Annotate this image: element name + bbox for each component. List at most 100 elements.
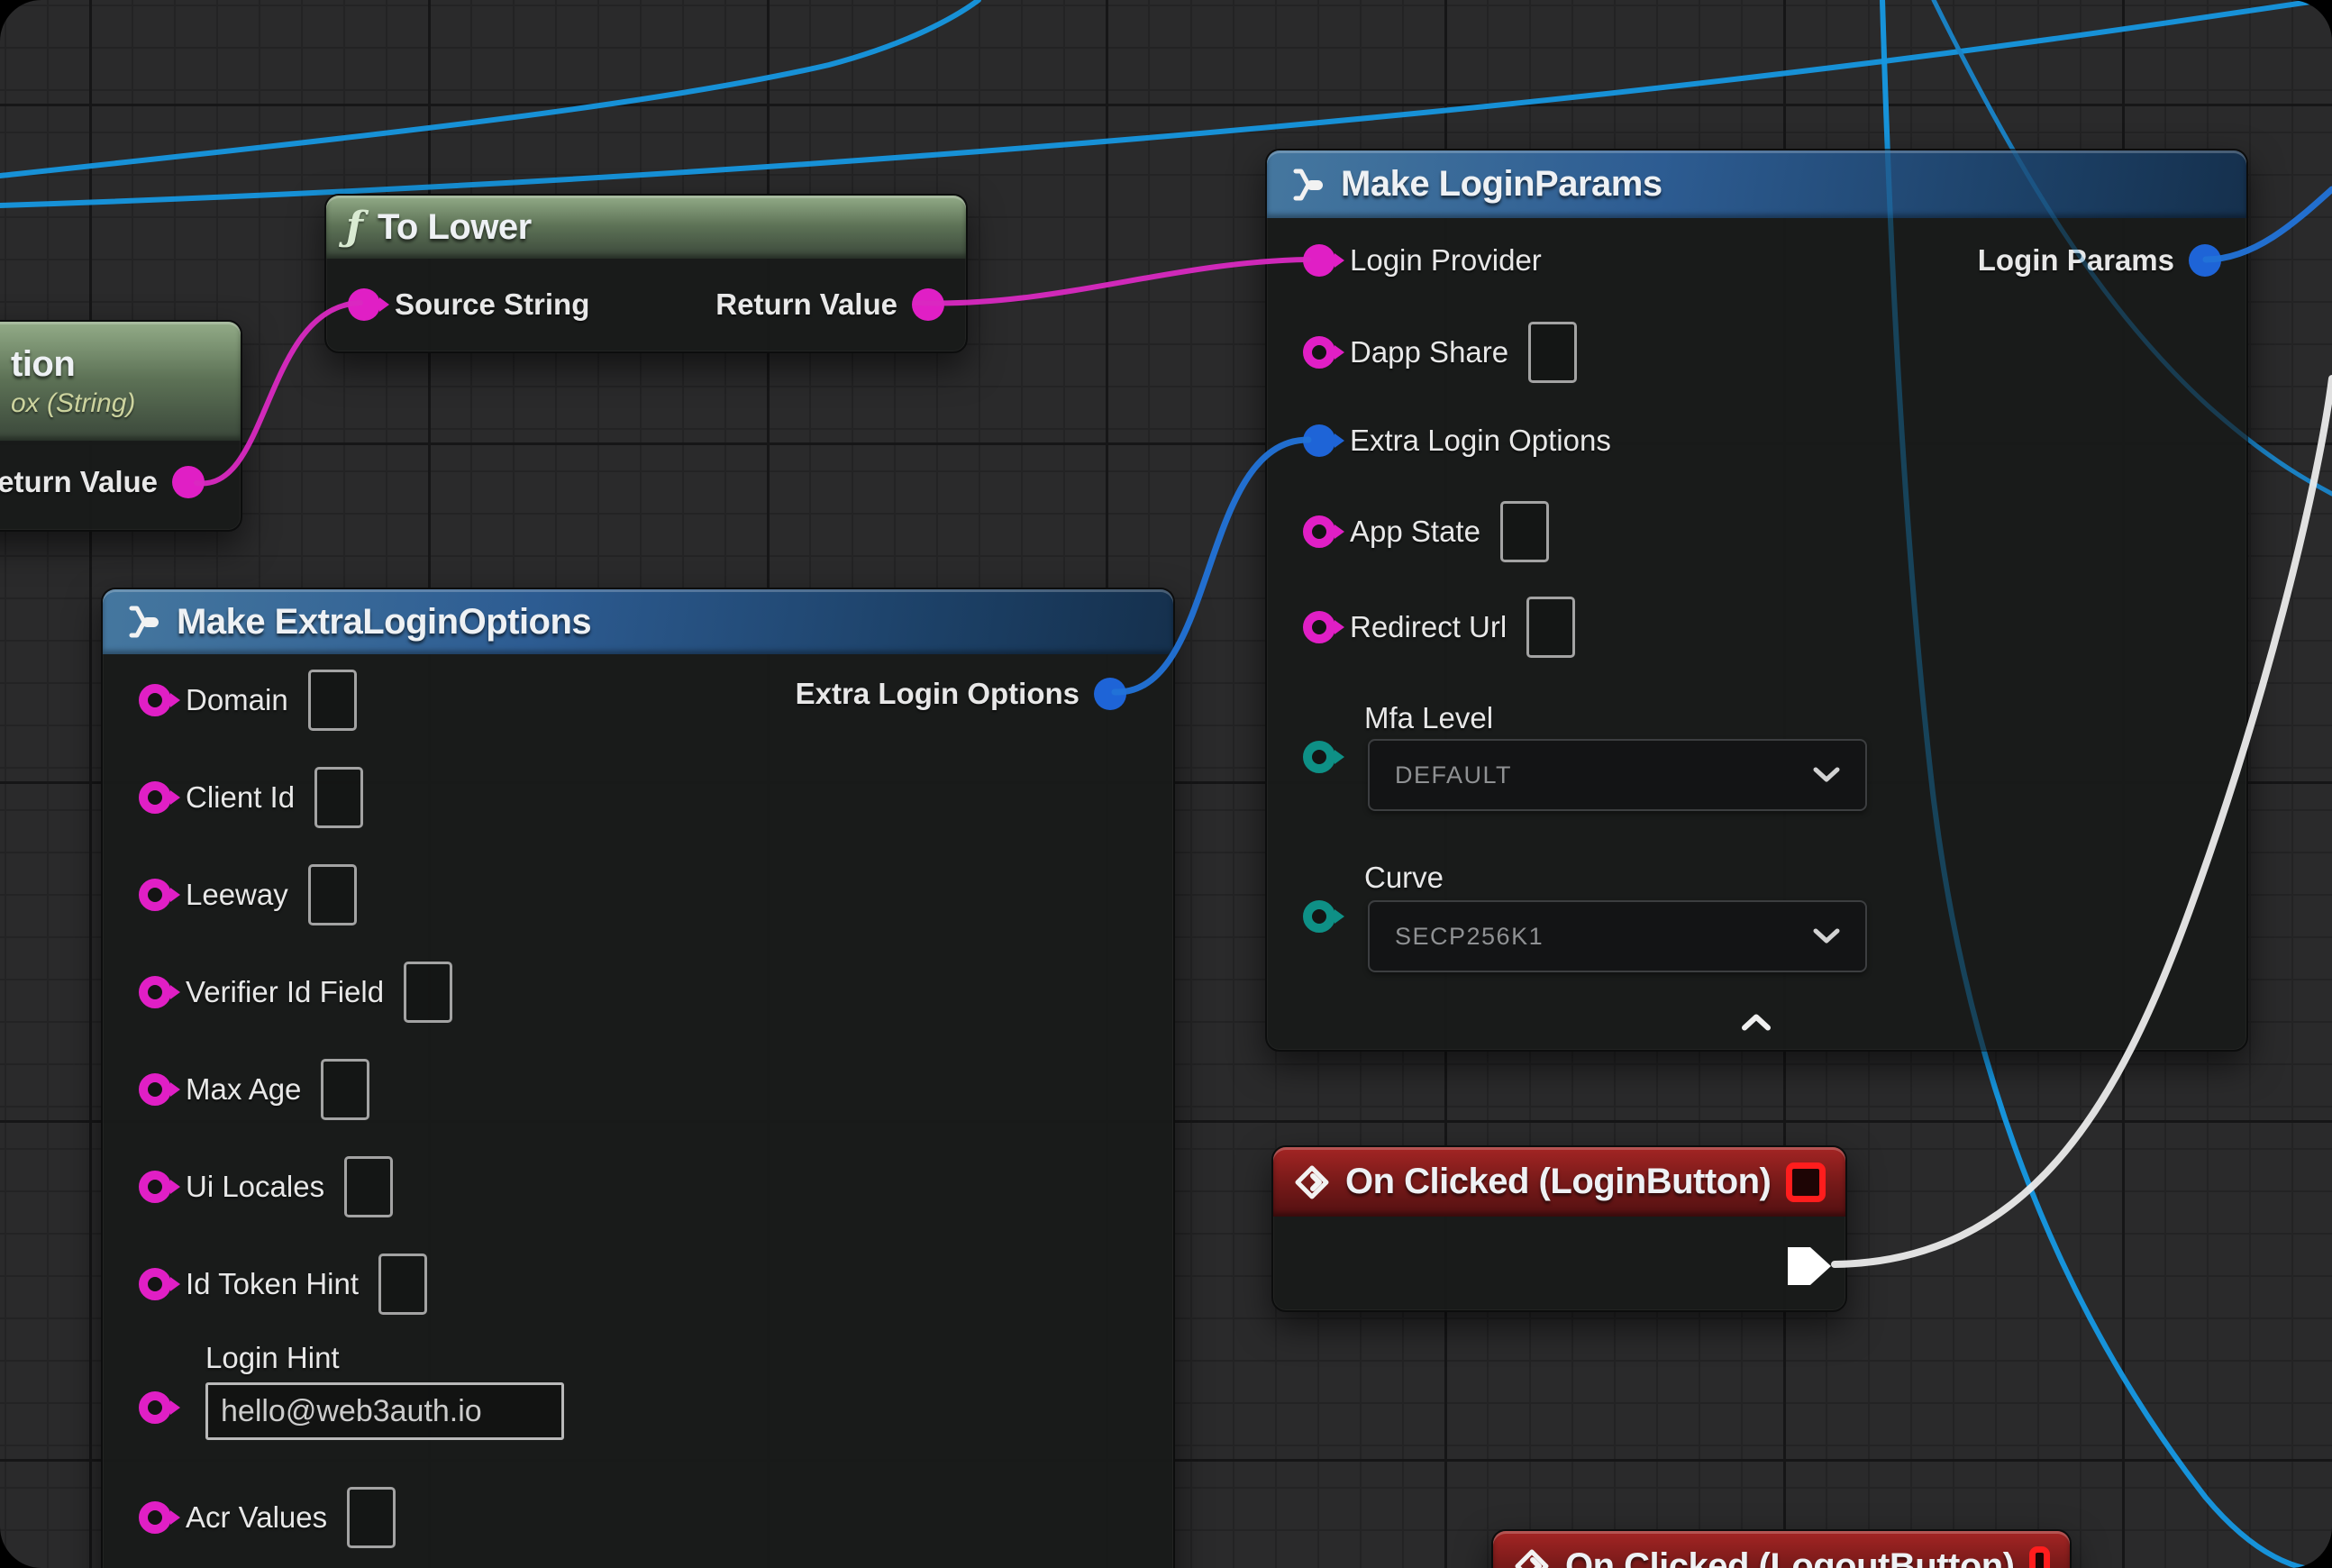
node-header[interactable]: Make ExtraLoginOptions xyxy=(103,589,1173,654)
blueprint-editor: tion ox (String) eturn Value ƒ To Lower … xyxy=(0,0,2332,1568)
exec-out-pin[interactable] xyxy=(1788,1247,1831,1285)
id-token-hint-input[interactable] xyxy=(378,1253,427,1315)
node-title: To Lower xyxy=(378,207,532,248)
curve-value: SECP256K1 xyxy=(1395,923,1544,951)
event-diamond-icon xyxy=(1293,1163,1331,1201)
function-icon: ƒ xyxy=(346,207,363,247)
node-on-clicked-logout-button[interactable]: On Clicked (LogoutButton) xyxy=(1491,1529,2072,1568)
leeway-pin[interactable] xyxy=(139,879,171,911)
chevron-up-icon xyxy=(1741,1014,1772,1032)
pin-label: App State xyxy=(1350,515,1480,549)
node-header[interactable]: On Clicked (LogoutButton) xyxy=(1493,1531,2070,1568)
client-id-input[interactable] xyxy=(314,767,363,828)
event-delegate-pin[interactable] xyxy=(2029,1546,2050,1568)
pin-row-max-age: Max Age xyxy=(139,1059,369,1120)
node-subtitle: ox (String) xyxy=(11,388,135,419)
pin-label: Dapp Share xyxy=(1350,335,1508,369)
node-title: Make ExtraLoginOptions xyxy=(177,602,591,643)
pin-label: Id Token Hint xyxy=(186,1267,359,1301)
wire-bg-blue-topleft xyxy=(0,0,979,176)
client-id-pin[interactable] xyxy=(139,781,171,814)
pin-row-ui-locales: Ui Locales xyxy=(139,1156,393,1217)
return-value-pin[interactable] xyxy=(912,288,944,321)
pin-label: Extra Login Options xyxy=(1350,424,1611,458)
login-hint-input[interactable]: hello@web3auth.io xyxy=(205,1382,564,1440)
pin-label: eturn Value xyxy=(0,465,158,499)
node-make-extra-login-options[interactable]: Make ExtraLoginOptions Extra Login Optio… xyxy=(101,588,1175,1568)
login-params-out-pin[interactable] xyxy=(2189,244,2221,277)
login-hint-label: Login Hint xyxy=(205,1341,340,1375)
redirect-url-pin[interactable] xyxy=(1303,611,1335,643)
node-on-clicked-login-button[interactable]: On Clicked (LoginButton) xyxy=(1271,1145,1847,1312)
pin-label: Redirect Url xyxy=(1350,610,1507,644)
pin-label: Ui Locales xyxy=(186,1170,324,1204)
wire-wire-lower-to-provider xyxy=(915,260,1308,303)
pin-row-dapp-share: Dapp Share xyxy=(1303,322,1577,383)
node-title: On Clicked (LogoutButton) xyxy=(1565,1546,2015,1568)
acr-values-pin[interactable] xyxy=(139,1501,171,1534)
node-header[interactable]: ƒ To Lower xyxy=(326,196,966,259)
login-hint-pin[interactable] xyxy=(139,1391,171,1424)
curve-pin[interactable] xyxy=(1303,900,1335,933)
pin-label: Max Age xyxy=(186,1072,301,1107)
pin-row-client-id: Client Id xyxy=(139,767,363,828)
node-title: On Clicked (LoginButton) xyxy=(1345,1162,1771,1202)
max-age-input[interactable] xyxy=(321,1059,369,1120)
node-to-lower[interactable]: ƒ To Lower Source String Return Value xyxy=(324,194,968,353)
pin-label: Login Provider xyxy=(1350,243,1542,278)
pin-label: Domain xyxy=(186,683,288,717)
node-title: tion xyxy=(11,344,75,385)
source-string-pin[interactable] xyxy=(348,288,380,321)
extra-login-options-pin[interactable] xyxy=(1303,424,1335,457)
return-value-pin[interactable] xyxy=(172,466,205,498)
pin-label: Leeway xyxy=(186,878,288,912)
extra-login-options-out-pin[interactable] xyxy=(1094,678,1126,710)
verifier-id-field-input[interactable] xyxy=(404,962,452,1023)
mfa-level-dropdown[interactable]: DEFAULT xyxy=(1368,739,1867,811)
app-state-pin[interactable] xyxy=(1303,515,1335,548)
ui-locales-pin[interactable] xyxy=(139,1171,171,1203)
app-state-input[interactable] xyxy=(1500,501,1549,562)
pin-row-id-token-hint: Id Token Hint xyxy=(139,1253,427,1315)
event-delegate-pin[interactable] xyxy=(1786,1162,1826,1202)
domain-input[interactable] xyxy=(308,670,357,731)
leeway-input[interactable] xyxy=(308,864,357,925)
pin-label: Login Params xyxy=(1978,243,2174,278)
id-token-hint-pin[interactable] xyxy=(139,1268,171,1300)
mfa-level-label: Mfa Level xyxy=(1364,701,1493,735)
pin-row-extra-login-options: Extra Login Options xyxy=(1303,424,1611,458)
node-header[interactable]: tion ox (String) xyxy=(0,322,241,441)
login-hint-value: hello@web3auth.io xyxy=(221,1394,482,1429)
make-struct-icon xyxy=(1287,167,1326,203)
pin-row-domain: Domain xyxy=(139,670,357,731)
verifier-id-field-pin[interactable] xyxy=(139,976,171,1008)
pin-label: Extra Login Options xyxy=(796,677,1079,711)
mfa-level-value: DEFAULT xyxy=(1395,761,1512,789)
node-header[interactable]: On Clicked (LoginButton) xyxy=(1273,1147,1845,1217)
node-make-login-params[interactable]: Make LoginParams Login Params Login Prov… xyxy=(1265,149,2248,1052)
chevron-down-icon xyxy=(1813,767,1840,783)
acr-values-input[interactable] xyxy=(347,1487,396,1548)
graph-canvas[interactable]: tion ox (String) eturn Value ƒ To Lower … xyxy=(0,0,2332,1568)
pin-label: Acr Values xyxy=(186,1500,327,1535)
curve-dropdown[interactable]: SECP256K1 xyxy=(1368,900,1867,972)
node-getter-partial[interactable]: tion ox (String) eturn Value xyxy=(0,320,242,532)
pin-row-app-state: App State xyxy=(1303,501,1549,562)
pin-label: Source String xyxy=(395,287,589,322)
dapp-share-pin[interactable] xyxy=(1303,336,1335,369)
pin-row-verifier-id-field: Verifier Id Field xyxy=(139,962,452,1023)
curve-label: Curve xyxy=(1364,861,1444,895)
make-struct-icon xyxy=(123,604,162,640)
domain-pin[interactable] xyxy=(139,684,171,716)
pin-row-redirect-url: Redirect Url xyxy=(1303,597,1575,658)
pin-row-login-provider: Login Provider xyxy=(1303,243,1542,278)
ui-locales-input[interactable] xyxy=(344,1156,393,1217)
collapse-pins-button[interactable] xyxy=(1741,1014,1772,1036)
mfa-level-pin[interactable] xyxy=(1303,741,1335,773)
dapp-share-input[interactable] xyxy=(1528,322,1577,383)
max-age-pin[interactable] xyxy=(139,1073,171,1106)
login-provider-pin[interactable] xyxy=(1303,244,1335,277)
pin-label: Client Id xyxy=(186,780,295,815)
redirect-url-input[interactable] xyxy=(1526,597,1575,658)
node-header[interactable]: Make LoginParams xyxy=(1267,150,2246,218)
